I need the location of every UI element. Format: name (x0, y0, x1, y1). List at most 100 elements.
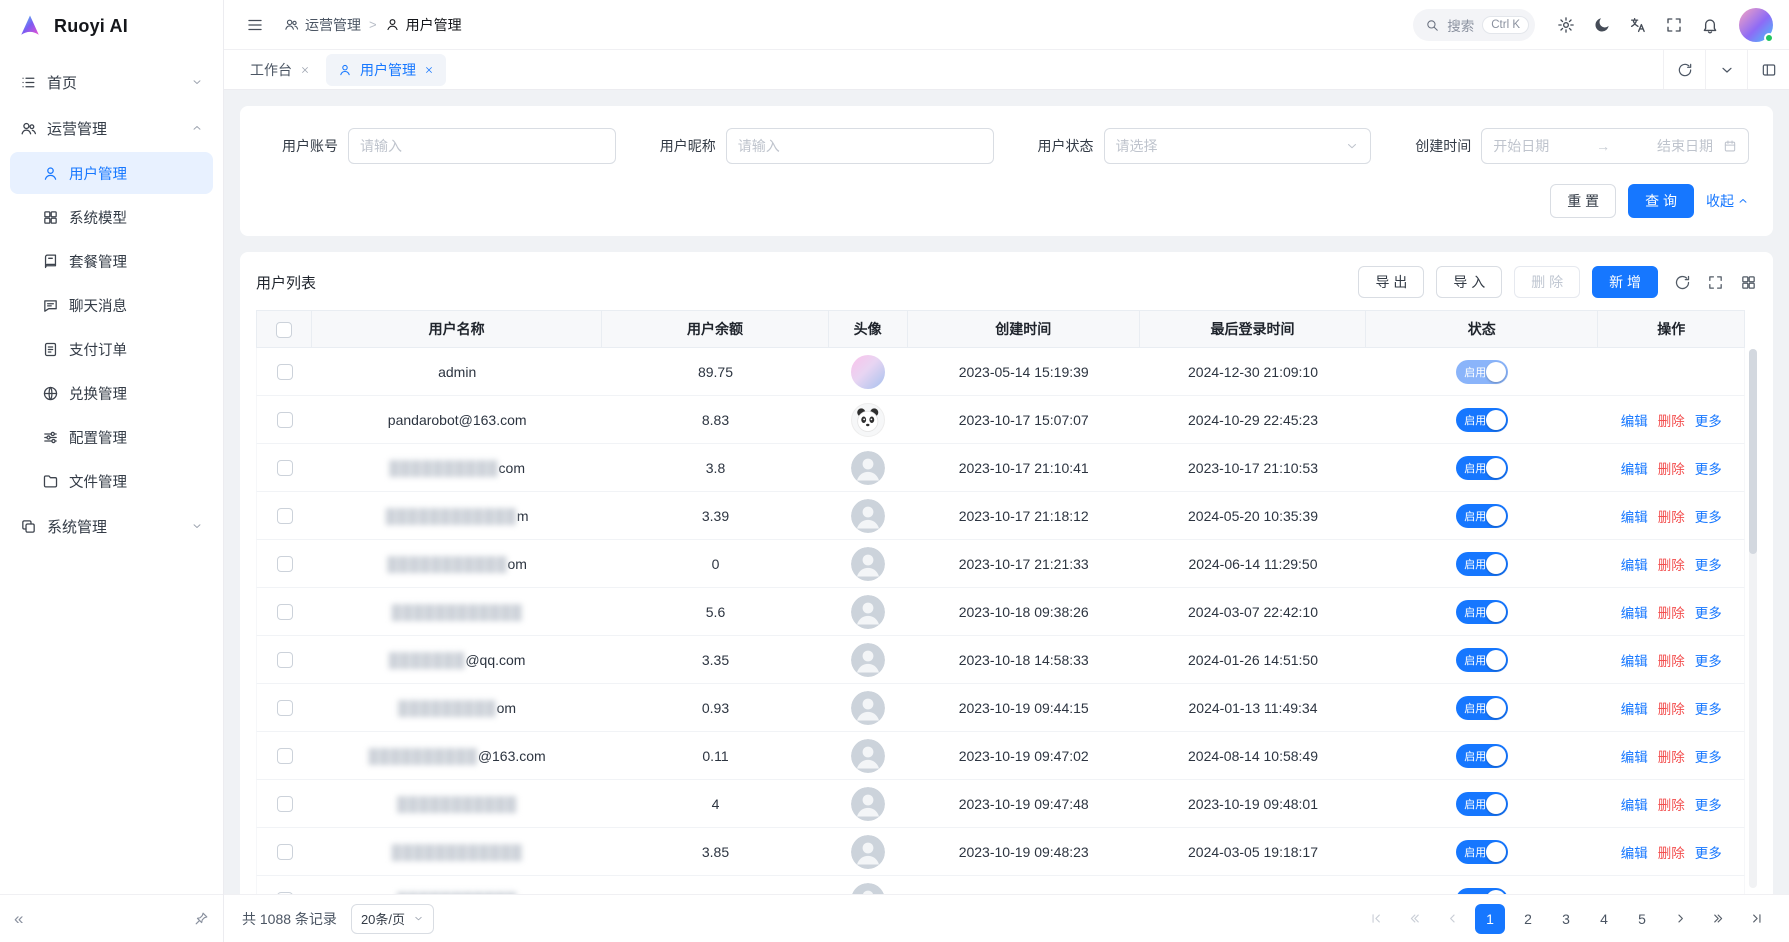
status-toggle[interactable]: 启用 (1456, 600, 1508, 624)
status-toggle[interactable]: 启用 (1456, 552, 1508, 576)
edit-link[interactable]: 编辑 (1621, 750, 1648, 765)
delete-link[interactable]: 删除 (1658, 654, 1685, 669)
pagination-page-5[interactable]: 5 (1627, 904, 1657, 934)
settings-icon[interactable] (1551, 10, 1581, 40)
delete-link[interactable]: 删除 (1658, 798, 1685, 813)
reset-button[interactable]: 重 置 (1550, 184, 1616, 218)
delete-link[interactable]: 删除 (1658, 750, 1685, 765)
edit-link[interactable]: 编辑 (1621, 654, 1648, 669)
column-header[interactable]: 最后登录时间 (1140, 310, 1366, 348)
table-scrollbar[interactable] (1749, 349, 1757, 888)
status-toggle[interactable]: 启用 (1456, 456, 1508, 480)
row-checkbox[interactable] (277, 364, 293, 380)
pin-icon[interactable] (194, 911, 209, 926)
status-toggle[interactable]: 启用 (1456, 792, 1508, 816)
dark-mode-icon[interactable] (1587, 10, 1617, 40)
refresh-page-icon[interactable] (1663, 50, 1705, 89)
sidebar-item-home[interactable]: 首页 (10, 60, 213, 104)
edit-link[interactable]: 编辑 (1621, 798, 1648, 813)
more-link[interactable]: 更多 (1695, 654, 1722, 669)
more-link[interactable]: 更多 (1695, 606, 1722, 621)
refresh-table-icon[interactable] (1674, 274, 1691, 291)
tab-options-icon[interactable] (1705, 50, 1747, 89)
row-checkbox[interactable] (277, 796, 293, 812)
status-toggle[interactable]: 启用 (1456, 408, 1508, 432)
sidebar-item-operations[interactable]: 运营管理 (10, 106, 213, 150)
add-button[interactable]: 新 增 (1592, 266, 1658, 298)
row-checkbox[interactable] (277, 844, 293, 860)
language-icon[interactable] (1623, 10, 1653, 40)
collapse-filter-link[interactable]: 收起 (1706, 191, 1749, 211)
status-toggle[interactable]: 启用 (1456, 360, 1508, 384)
sidebar-item-plan-management[interactable]: 套餐管理 (10, 240, 213, 282)
edit-link[interactable]: 编辑 (1621, 606, 1648, 621)
created-date-range[interactable]: 开始日期 → 结束日期 (1481, 128, 1749, 164)
column-header[interactable]: 头像 (829, 310, 908, 348)
delete-link[interactable]: 删除 (1658, 414, 1685, 429)
close-icon[interactable] (424, 65, 434, 75)
delete-link[interactable]: 删除 (1658, 846, 1685, 861)
status-select[interactable]: 请选择 (1104, 128, 1372, 164)
edit-link[interactable]: 编辑 (1621, 414, 1648, 429)
pagination-prev-button[interactable] (1437, 904, 1467, 934)
search-button[interactable]: 查 询 (1628, 184, 1694, 218)
more-link[interactable]: 更多 (1695, 510, 1722, 525)
status-toggle[interactable]: 启用 (1456, 648, 1508, 672)
pagination-page-3[interactable]: 3 (1551, 904, 1581, 934)
sidebar-collapse-button[interactable]: « (14, 910, 23, 927)
delete-button[interactable]: 删 除 (1514, 266, 1580, 298)
edit-link[interactable]: 编辑 (1621, 510, 1648, 525)
edit-link[interactable]: 编辑 (1621, 558, 1648, 573)
pagination-page-1[interactable]: 1 (1475, 904, 1505, 934)
brand[interactable]: Ruoyi AI (0, 0, 223, 52)
delete-link[interactable]: 删除 (1658, 462, 1685, 477)
more-link[interactable]: 更多 (1695, 894, 1722, 895)
pagination-last-button[interactable] (1741, 904, 1771, 934)
edit-link[interactable]: 编辑 (1621, 462, 1648, 477)
pagination-next-button[interactable] (1665, 904, 1695, 934)
sidebar-item-config-management[interactable]: 配置管理 (10, 416, 213, 458)
more-link[interactable]: 更多 (1695, 798, 1722, 813)
more-link[interactable]: 更多 (1695, 462, 1722, 477)
row-checkbox[interactable] (277, 556, 293, 572)
row-checkbox[interactable] (277, 892, 293, 894)
column-header[interactable]: 用户名称 (312, 310, 602, 348)
account-input[interactable] (348, 128, 616, 164)
status-toggle[interactable]: 启用 (1456, 696, 1508, 720)
column-header[interactable]: 状态 (1366, 310, 1598, 348)
row-checkbox[interactable] (277, 604, 293, 620)
row-checkbox[interactable] (277, 652, 293, 668)
status-toggle[interactable]: 启用 (1456, 888, 1508, 895)
import-button[interactable]: 导 入 (1436, 266, 1502, 298)
more-link[interactable]: 更多 (1695, 750, 1722, 765)
row-checkbox[interactable] (277, 748, 293, 764)
row-checkbox[interactable] (277, 700, 293, 716)
delete-link[interactable]: 删除 (1658, 702, 1685, 717)
breadcrumb-item-users[interactable]: 用户管理 (385, 15, 462, 35)
export-button[interactable]: 导 出 (1358, 266, 1424, 298)
status-toggle[interactable]: 启用 (1456, 744, 1508, 768)
column-settings-icon[interactable] (1740, 274, 1757, 291)
sidebar-item-file-management[interactable]: 文件管理 (10, 460, 213, 502)
more-link[interactable]: 更多 (1695, 558, 1722, 573)
delete-link[interactable]: 删除 (1658, 894, 1685, 895)
select-all-checkbox[interactable] (276, 322, 292, 338)
sidebar-item-chat-messages[interactable]: 聊天消息 (10, 284, 213, 326)
sidebar-item-system-management[interactable]: 系统管理 (10, 504, 213, 548)
column-header[interactable]: 创建时间 (908, 310, 1140, 348)
pagination-page-2[interactable]: 2 (1513, 904, 1543, 934)
close-icon[interactable] (300, 65, 310, 75)
pagination-next-group-button[interactable] (1703, 904, 1733, 934)
table-fullscreen-icon[interactable] (1707, 274, 1724, 291)
pagination-page-4[interactable]: 4 (1589, 904, 1619, 934)
delete-link[interactable]: 删除 (1658, 558, 1685, 573)
pagination-first-button[interactable] (1361, 904, 1391, 934)
sidebar-item-exchange-management[interactable]: 兑换管理 (10, 372, 213, 414)
more-link[interactable]: 更多 (1695, 702, 1722, 717)
delete-link[interactable]: 删除 (1658, 510, 1685, 525)
edit-link[interactable]: 编辑 (1621, 702, 1648, 717)
row-checkbox[interactable] (277, 508, 293, 524)
notifications-icon[interactable] (1695, 10, 1725, 40)
row-checkbox[interactable] (277, 460, 293, 476)
fullscreen-icon[interactable] (1659, 10, 1689, 40)
